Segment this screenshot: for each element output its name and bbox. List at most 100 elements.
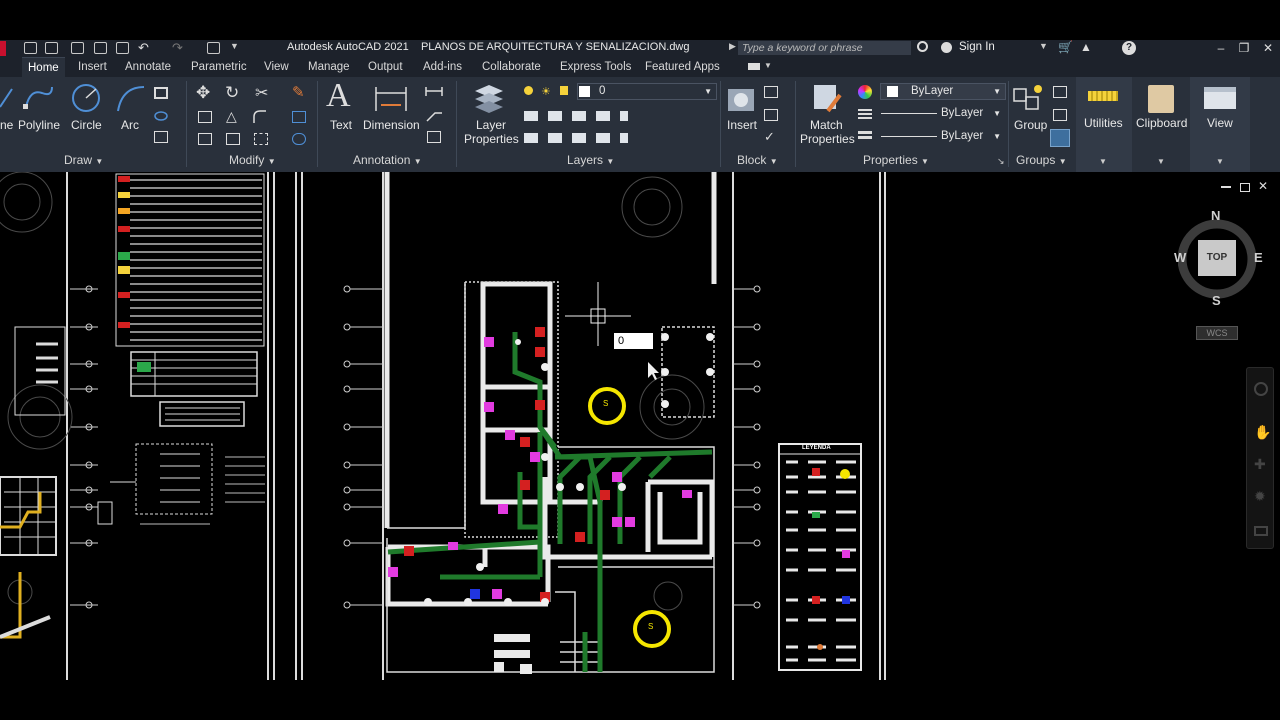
showmotion-icon[interactable] [1254,526,1268,536]
tab-output[interactable]: Output [362,57,409,77]
utilities-icon[interactable] [1088,91,1118,101]
zoom-icon[interactable]: ✚ [1254,456,1266,473]
polyline-label[interactable]: Polyline [18,118,60,132]
search-icon[interactable] [917,41,928,52]
redo-icon[interactable]: ↷ [172,40,183,56]
stretch-icon[interactable] [198,133,212,145]
compass-east[interactable]: E [1254,250,1263,265]
viewcube-top-face[interactable]: TOP [1198,240,1236,276]
wcs-menu[interactable]: WCS [1196,326,1238,340]
orbit-icon[interactable]: ✹ [1254,488,1266,505]
clipboard-label[interactable]: Clipboard [1136,116,1187,130]
leader-icon[interactable] [425,107,443,123]
share-icon[interactable] [207,42,220,54]
trim-icon[interactable]: ✂ [255,83,268,103]
tab-collaborate[interactable]: Collaborate [476,57,547,77]
app-logo-icon[interactable] [0,41,6,56]
layer-dropdown[interactable]: 0 ▼ [577,83,717,100]
color-dropdown[interactable]: ByLayer ▼ [880,83,1006,100]
layers-panel-title[interactable]: Layers ▼ [567,153,614,167]
group-selection-icon[interactable] [1050,129,1070,147]
properties-panel-title[interactable]: Properties ▼ [863,153,929,167]
group-label[interactable]: Group [1014,118,1047,132]
drawing-canvas[interactable]: 0 S S LEYENDA ✕ TOP N S E W WCS ✋ ✚ ✹ [0,172,1280,680]
text-label[interactable]: Text [330,118,352,132]
create-block-icon[interactable] [764,86,778,98]
table-icon[interactable] [154,131,168,143]
dimension-label[interactable]: Dimension [363,118,420,132]
polyline-icon[interactable] [22,83,56,111]
properties-launcher-icon[interactable]: ↘ [997,156,1005,167]
linetype-dropdown[interactable]: ByLayer ▼ [880,105,1006,122]
explode-icon[interactable] [292,111,306,123]
dimension-icon[interactable] [373,83,409,113]
open-file-icon[interactable] [45,42,58,54]
insert-label[interactable]: Insert [727,118,757,132]
navigation-bar[interactable]: ✋ ✚ ✹ [1246,367,1274,549]
layer-properties-label-1[interactable]: Layer [476,118,506,132]
match-properties-icon[interactable] [810,81,844,115]
utilities-dropdown-icon[interactable]: ▼ [1099,157,1107,166]
exchange-icon[interactable]: ▲ [1080,40,1092,54]
group-icon[interactable] [1012,83,1044,113]
help-icon[interactable]: ? [1122,41,1136,55]
match-properties-label-2[interactable]: Properties [800,132,855,146]
dynamic-input-box[interactable]: 0 [614,333,653,349]
insert-block-icon[interactable] [724,81,758,115]
compass-west[interactable]: W [1174,250,1186,265]
pan-icon[interactable]: ✋ [1254,424,1271,441]
mirror-icon[interactable]: △ [226,108,237,125]
layer-properties-icon[interactable] [471,81,507,115]
sign-in-link[interactable]: Sign In [959,41,995,53]
groups-panel-title[interactable]: Groups ▼ [1016,153,1067,167]
clipboard-dropdown-icon[interactable]: ▼ [1157,157,1165,166]
modify-panel-title[interactable]: Modify ▼ [229,153,276,167]
draw-panel-title[interactable]: Draw ▼ [64,153,103,167]
line-label[interactable]: ne [0,118,13,132]
circle-icon[interactable] [70,82,102,114]
viewport-close-button[interactable]: ✕ [1258,179,1268,193]
group-edit-icon[interactable] [1053,109,1067,121]
tab-add-ins[interactable]: Add-ins [417,57,468,77]
fillet-icon[interactable] [252,109,268,125]
scale-icon[interactable] [226,133,240,145]
view-icon[interactable] [1204,87,1236,109]
move-icon[interactable]: ✥ [196,83,210,103]
linear-dim-icon[interactable] [425,85,443,97]
match-properties-label-1[interactable]: Match [810,118,843,132]
rotate-icon[interactable]: ↻ [225,83,239,103]
tab-home[interactable]: Home [22,57,65,77]
text-icon[interactable]: A [326,77,351,115]
layer-properties-label-2[interactable]: Properties [464,132,519,146]
circle-label[interactable]: Circle [71,118,102,132]
viewport-minimize-button[interactable] [1221,186,1231,188]
search-input[interactable]: Type a keyword or phrase [738,41,911,55]
annotation-panel-title[interactable]: Annotation ▼ [353,153,422,167]
minimize-button[interactable]: – [1211,40,1231,57]
view-label[interactable]: View [1207,116,1233,130]
tab-view[interactable]: View [258,57,295,77]
close-button[interactable]: ✕ [1258,40,1278,57]
layer-lock-icon[interactable] [560,86,568,95]
viewcube[interactable]: TOP N S E W [1174,208,1263,308]
arc-label[interactable]: Arc [121,118,139,132]
tab-express-tools[interactable]: Express Tools [554,57,637,77]
layer-freeze-icon[interactable]: ☀ [541,85,551,98]
maximize-button[interactable]: ❐ [1234,40,1254,57]
edit-attributes-icon[interactable]: ✓ [764,129,775,145]
viewport-restore-button[interactable] [1240,183,1250,192]
lineweight-dropdown[interactable]: ByLayer ▼ [880,128,1006,145]
sign-in-dropdown-icon[interactable]: ▼ [1039,41,1048,51]
steering-wheel-icon[interactable] [1254,382,1268,396]
copy-icon[interactable] [198,111,212,123]
undo-icon[interactable]: ↶ [138,40,149,56]
ribbon-toggle-dropdown-icon[interactable]: ▼ [764,61,772,70]
hatch-icon[interactable] [154,109,168,123]
rectangle-icon[interactable] [154,87,168,99]
compass-south[interactable]: S [1212,293,1221,308]
tab-featured-apps[interactable]: Featured Apps [639,57,726,77]
tab-insert[interactable]: Insert [72,57,113,77]
line-icon[interactable] [0,85,14,109]
tab-manage[interactable]: Manage [302,57,356,77]
color-wheel-icon[interactable] [858,85,872,99]
